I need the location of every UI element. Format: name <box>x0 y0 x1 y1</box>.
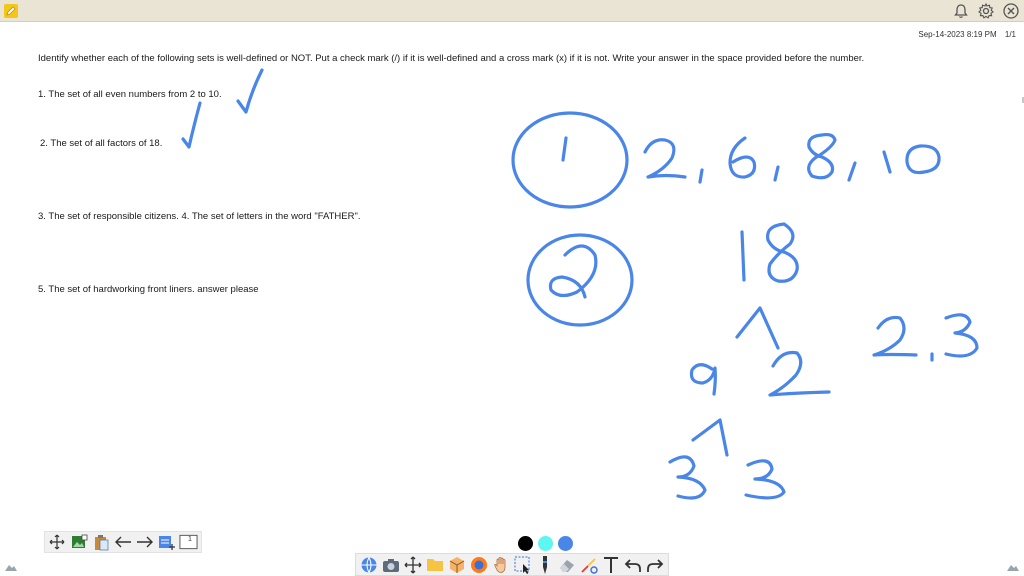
top-bar <box>0 0 1024 22</box>
move-tool-button[interactable] <box>403 555 423 575</box>
hand-button[interactable] <box>491 555 511 575</box>
digit-1b <box>882 150 892 174</box>
pen-button[interactable] <box>535 555 555 575</box>
next-page-button[interactable] <box>135 533 154 552</box>
undo-icon <box>624 558 641 572</box>
browser-button[interactable] <box>469 555 489 575</box>
digit-3b <box>744 459 786 500</box>
digit-2b <box>548 244 598 299</box>
comma-2 <box>773 165 780 182</box>
move-icon <box>404 556 422 573</box>
page-toolbar: 1 <box>44 531 202 553</box>
image-icon <box>71 534 88 548</box>
landscape-icon[interactable] <box>1006 560 1020 572</box>
shapes-icon <box>581 557 598 574</box>
digit-18-one <box>740 230 746 282</box>
image-button[interactable] <box>70 533 89 552</box>
folder-button[interactable] <box>425 555 445 575</box>
clipboard-icon <box>95 534 109 550</box>
3d-button[interactable] <box>447 555 467 575</box>
circle-2 <box>526 233 634 327</box>
branch-18 <box>735 306 780 350</box>
move-icon <box>49 534 65 550</box>
add-page-button[interactable] <box>157 533 176 552</box>
check-mark-2 <box>181 101 202 149</box>
3d-cube-icon <box>449 556 465 573</box>
digit-8 <box>807 132 837 180</box>
camera-icon <box>383 558 399 572</box>
instruction-text: Identify whether each of the following s… <box>38 53 865 64</box>
question-item-5: 5. The set of hardworking front liners. … <box>38 284 259 295</box>
comma-1 <box>698 168 704 184</box>
close-icon[interactable] <box>1002 2 1020 20</box>
eraser-icon <box>560 559 574 572</box>
color-blue[interactable] <box>558 536 573 551</box>
eraser-button[interactable] <box>557 555 577 575</box>
arrow-left-icon <box>114 536 131 548</box>
question-item-3-4: 3. The set of responsible citizens. 4. T… <box>38 211 361 222</box>
browser-icon <box>471 556 487 573</box>
page-indicator: 1/1 <box>1004 30 1016 39</box>
digit-18-eight <box>766 222 799 283</box>
branch-9 <box>691 418 729 457</box>
digit-2a <box>643 138 687 179</box>
text-icon <box>604 556 618 573</box>
drawing-toolbar <box>355 553 669 576</box>
select-button[interactable] <box>513 555 533 575</box>
circle-1 <box>511 111 629 209</box>
pen-icon <box>543 555 547 574</box>
page-box-number: 1 <box>188 536 192 543</box>
timestamp: Sep-14-2023 8:19 PM <box>918 30 997 39</box>
question-item-1: 1. The set of all even numbers from 2 to… <box>38 89 222 100</box>
clipboard-button[interactable] <box>92 533 111 552</box>
move-button[interactable] <box>48 533 67 552</box>
shapes-button[interactable] <box>579 555 599 575</box>
redo-icon <box>647 558 664 572</box>
camera-button[interactable] <box>381 555 401 575</box>
undo-button[interactable] <box>623 555 643 575</box>
page-meta: Sep-14-2023 8:19 PM 1/1 <box>912 30 1016 39</box>
add-page-icon <box>158 536 175 550</box>
color-black[interactable] <box>518 536 533 551</box>
landscape-icon[interactable] <box>4 560 18 572</box>
digit-2d <box>872 315 918 357</box>
arrow-right-icon <box>136 536 153 548</box>
folder-icon <box>427 559 443 571</box>
digit-3a <box>668 455 707 500</box>
previous-page-button[interactable] <box>113 533 132 552</box>
digit-9 <box>689 363 717 396</box>
digit-1 <box>561 136 568 162</box>
text-button[interactable] <box>601 555 621 575</box>
color-cyan[interactable] <box>538 536 553 551</box>
pencil-app-icon[interactable] <box>4 4 18 18</box>
select-icon <box>514 556 530 574</box>
bell-icon[interactable] <box>952 2 970 20</box>
globe-button[interactable] <box>359 555 379 575</box>
digit-6 <box>728 136 757 179</box>
digit-2c <box>768 350 831 397</box>
question-item-2: 2. The set of all factors of 18. <box>40 138 163 149</box>
comma-3 <box>847 161 857 182</box>
digit-3c <box>944 313 979 358</box>
redo-button[interactable] <box>645 555 665 575</box>
check-mark-1 <box>236 68 264 114</box>
hand-icon <box>493 556 505 573</box>
globe-icon <box>361 556 377 574</box>
digit-0 <box>905 144 941 175</box>
gear-icon[interactable] <box>977 2 995 20</box>
